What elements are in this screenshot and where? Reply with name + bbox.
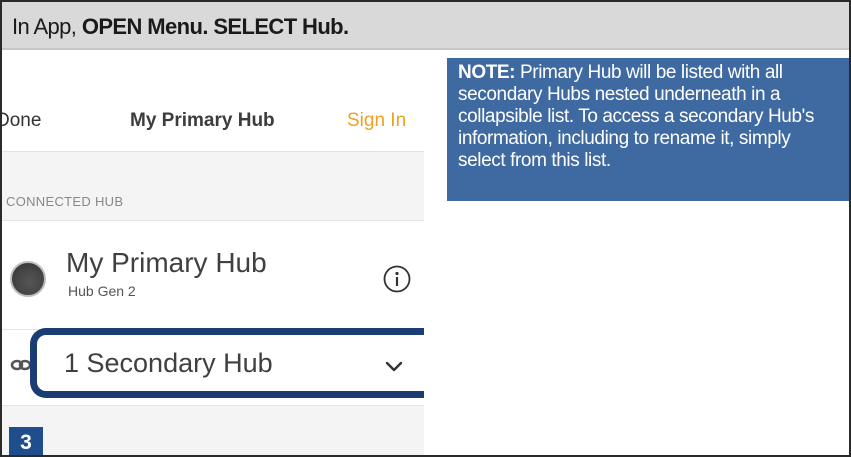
hub-subtitle: Hub Gen 2 [68,283,136,299]
page-title: My Primary Hub [130,110,275,131]
section-label: CONNECTED HUB [6,194,124,209]
instruction-prefix: In App, [12,14,82,39]
app-header: Done My Primary Hub Sign In [2,52,424,152]
done-button[interactable]: Done [2,110,41,132]
step-badge: 3 [9,427,43,455]
info-icon[interactable] [382,264,412,294]
note-heading: NOTE: [458,62,516,83]
instruction-text: In App, OPEN Menu. SELECT Hub. [12,14,349,40]
hub-name: My Primary Hub [66,247,267,278]
sign-in-button[interactable]: Sign In [347,110,406,132]
instruction-bar: In App, OPEN Menu. SELECT Hub. [2,2,849,50]
hub-status-icon [10,261,46,297]
note-callout: NOTE: Primary Hub will be listed with al… [447,58,849,201]
app-screenshot: Done My Primary Hub Sign In CONNECTED HU… [2,52,424,455]
primary-hub-row[interactable]: My Primary Hub Hub Gen 2 [2,220,424,330]
instruction-figure: In App, OPEN Menu. SELECT Hub. Done My P… [0,0,851,457]
section-header: CONNECTED HUB [2,152,424,220]
instruction-action: OPEN Menu. SELECT Hub. [81,14,349,39]
link-icon [10,359,32,371]
highlight-box [30,328,424,398]
